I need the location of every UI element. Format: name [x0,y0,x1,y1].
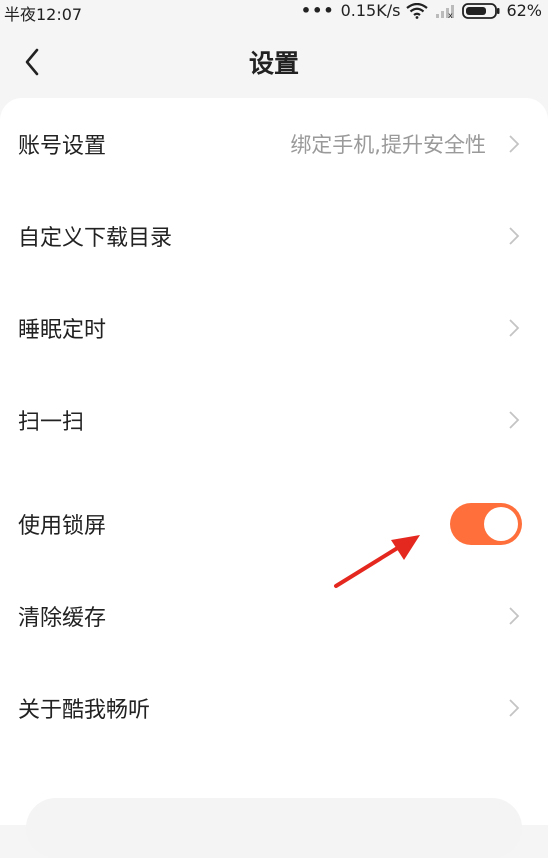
row-label: 关于酷我畅听 [18,698,151,723]
row-label: 自定义下载目录 [18,226,173,251]
bottom-action-button[interactable] [26,798,522,858]
svg-text:x: x [448,11,453,18]
settings-row-about[interactable]: 关于酷我畅听 [0,662,548,754]
row-label: 使用锁屏 [18,514,107,539]
settings-card: 账号设置 绑定手机,提升安全性 自定义下载目录 睡眠定时 扫一扫 使用锁屏 清除… [0,98,548,825]
battery-icon [462,2,500,19]
chevron-right-icon [509,319,520,337]
row-label: 睡眠定时 [18,318,107,343]
row-hint: 绑定手机,提升安全性 [290,133,486,157]
settings-row-scan[interactable]: 扫一扫 [0,374,548,466]
chevron-right-icon [509,411,520,429]
settings-row-lock-screen: 使用锁屏 [0,478,548,570]
battery-percent: 62% [506,1,542,20]
chevron-right-icon [509,699,520,717]
wifi-icon [406,2,429,19]
row-label: 账号设置 [18,134,107,159]
chevron-right-icon [509,135,520,153]
more-dots-icon: ••• [300,1,335,20]
status-bar: 半夜12:07 ••• 0.15K/s x 62% [0,0,548,24]
settings-row-account[interactable]: 账号设置 绑定手机,提升安全性 [0,98,548,190]
settings-row-clear-cache[interactable]: 清除缓存 [0,570,548,662]
settings-row-sleep-timer[interactable]: 睡眠定时 [0,282,548,374]
toggle-knob [484,507,518,541]
lock-screen-toggle[interactable] [450,503,522,545]
signal-icon: x [436,4,455,18]
annotation-arrow-icon [334,535,420,588]
row-label: 清除缓存 [18,606,107,631]
settings-row-download-dir[interactable]: 自定义下载目录 [0,190,548,282]
header: 设置 [0,24,548,98]
status-right: ••• 0.15K/s x 62% [301,1,542,20]
chevron-right-icon [509,227,520,245]
chevron-right-icon [509,607,520,625]
status-time: 半夜12:07 [4,5,83,24]
row-label: 扫一扫 [18,410,85,435]
page-title: 设置 [248,49,299,78]
net-speed: 0.15K/s [340,1,401,20]
